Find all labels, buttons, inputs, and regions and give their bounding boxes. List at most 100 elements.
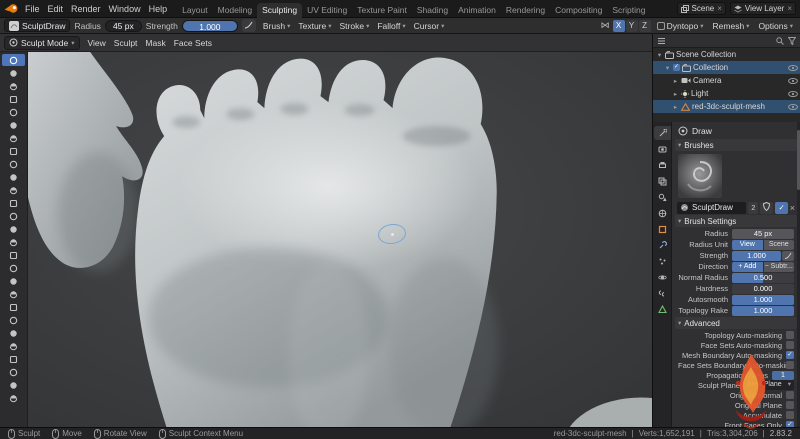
radius-unit-option-scene[interactable]: Scene xyxy=(764,240,795,250)
workspace-tab-sculpting[interactable]: Sculpting xyxy=(257,3,302,18)
workspace-tab-uv-editing[interactable]: UV Editing xyxy=(302,3,352,18)
tool-box-mask[interactable] xyxy=(2,392,25,404)
tool-pose[interactable] xyxy=(2,301,25,313)
properties-tab-output[interactable] xyxy=(654,158,671,172)
brush-settings-panel-header[interactable]: ▾ Brush Settings xyxy=(675,215,797,227)
tool-rotate[interactable] xyxy=(2,327,25,339)
viewport-menu-sculpt[interactable]: Sculpt xyxy=(111,38,141,48)
strength-pressure-icon[interactable] xyxy=(782,251,794,261)
tool-scrape[interactable] xyxy=(2,210,25,222)
mesh-boundary-auto-masking-checkbox[interactable]: ✓ xyxy=(786,351,794,359)
strength-slider[interactable]: 1.000 xyxy=(182,20,238,32)
strength-slider[interactable]: 1.000 xyxy=(732,251,781,261)
mode-selector[interactable]: Sculpt Mode ▾ xyxy=(4,36,80,50)
properties-tab-view-layer[interactable] xyxy=(654,174,671,188)
hardness-slider[interactable]: 0.000 xyxy=(732,284,794,294)
dyntopo-popover[interactable]: Dyntopo ▾ xyxy=(654,21,707,31)
viewport-menu-view[interactable]: View xyxy=(85,38,109,48)
dyntopo-checkbox-icon[interactable] xyxy=(657,22,665,30)
disclosure-arrow-icon[interactable]: ▸ xyxy=(672,90,679,98)
properties-tab-scene[interactable] xyxy=(654,190,671,204)
outliner-row-camera[interactable]: ▸Camera xyxy=(653,74,800,87)
filter-icon[interactable] xyxy=(788,37,796,45)
radius-unit-option-view[interactable]: View xyxy=(732,240,763,250)
workspace-tab-modeling[interactable]: Modeling xyxy=(213,3,258,18)
tool-blob[interactable] xyxy=(2,145,25,157)
properties-tab-object[interactable] xyxy=(654,222,671,236)
menu-file[interactable]: File xyxy=(21,3,44,15)
direction-option-subtr[interactable]: − Subtr... xyxy=(764,262,795,272)
properties-tab-object-data[interactable] xyxy=(654,302,671,316)
tool-pinch[interactable] xyxy=(2,236,25,248)
tool-fill[interactable] xyxy=(2,197,25,209)
radius-field[interactable]: 45 px xyxy=(732,229,794,239)
workspace-tab-compositing[interactable]: Compositing xyxy=(550,3,607,18)
popover-stroke[interactable]: Stroke▾ xyxy=(337,21,373,31)
tool-elastic-deform[interactable] xyxy=(2,262,25,274)
radius-field[interactable]: 45 px xyxy=(105,20,142,32)
tool-snake-hook[interactable] xyxy=(2,275,25,287)
options-popover[interactable]: Options ▾ xyxy=(755,21,796,31)
menu-edit[interactable]: Edit xyxy=(44,3,68,15)
tool-thumb[interactable] xyxy=(2,288,25,300)
mirror-axis-z[interactable]: Z xyxy=(639,20,651,32)
outliner-row-collection[interactable]: ▾✓Collection xyxy=(653,61,800,74)
topology-auto-masking-checkbox[interactable] xyxy=(786,331,794,339)
brush-users-count[interactable]: 2 xyxy=(748,202,758,214)
scene-selector[interactable]: Scene × xyxy=(677,2,726,15)
workspace-tab-layout[interactable]: Layout xyxy=(177,3,213,18)
scene-unlink-icon[interactable]: × xyxy=(717,4,722,13)
mirror-axis-y[interactable]: Y xyxy=(626,20,638,32)
brush-unlink-icon[interactable]: × xyxy=(790,202,795,214)
workspace-tab-rendering[interactable]: Rendering xyxy=(501,3,550,18)
tool-clay-strips[interactable] xyxy=(2,93,25,105)
collection-checkbox[interactable]: ✓ xyxy=(673,64,680,71)
disclosure-arrow-icon[interactable]: ▾ xyxy=(656,51,663,59)
menu-window[interactable]: Window xyxy=(105,3,145,15)
disclosure-arrow-icon[interactable]: ▸ xyxy=(672,103,679,111)
disclosure-arrow-icon[interactable]: ▾ xyxy=(664,64,671,72)
remesh-popover[interactable]: Remesh ▾ xyxy=(710,21,753,31)
tool-draw-face-sets[interactable] xyxy=(2,379,25,391)
properties-tab-particles[interactable] xyxy=(654,254,671,268)
brush-name-field[interactable]: SculptDraw xyxy=(677,202,746,214)
properties-tab-modifiers[interactable] xyxy=(654,238,671,252)
viewport-canvas[interactable] xyxy=(28,52,652,427)
tool-inflate[interactable] xyxy=(2,132,25,144)
tool-crease[interactable] xyxy=(2,158,25,170)
viewport-menu-mask[interactable]: Mask xyxy=(142,38,168,48)
search-icon[interactable] xyxy=(776,37,784,45)
face-sets-boundary-auto-masking-checkbox[interactable] xyxy=(786,361,794,369)
visibility-eye-icon[interactable] xyxy=(788,104,798,110)
brushes-panel-header[interactable]: ▾ Brushes xyxy=(675,139,797,151)
properties-tab-constraints[interactable] xyxy=(654,286,671,300)
tool-nudge[interactable] xyxy=(2,314,25,326)
direction-option-add[interactable]: + Add xyxy=(732,262,763,272)
outliner-row-red-3dc-sculpt-mesh[interactable]: ▸red-3dc-sculpt-mesh xyxy=(653,100,800,113)
active-brush-selector[interactable]: SculptDraw xyxy=(4,19,70,32)
outliner-row-light[interactable]: ▸Light xyxy=(653,87,800,100)
tool-grab[interactable] xyxy=(2,249,25,261)
normal-radius-slider[interactable]: 0.500 xyxy=(732,273,794,283)
tool-clay[interactable] xyxy=(2,80,25,92)
menu-render[interactable]: Render xyxy=(67,3,105,15)
topology-rake-slider[interactable]: 1.000 xyxy=(732,306,794,316)
brush-toggle-check-icon[interactable]: ✓ xyxy=(775,202,787,214)
tool-draw-sharp[interactable] xyxy=(2,67,25,79)
workspace-tab-texture-paint[interactable]: Texture Paint xyxy=(352,3,412,18)
popover-falloff[interactable]: Falloff▾ xyxy=(374,21,408,31)
properties-tab-render[interactable] xyxy=(654,142,671,156)
tool-flatten[interactable] xyxy=(2,184,25,196)
blender-logo-icon[interactable] xyxy=(4,3,19,14)
pressure-sensitivity-icon[interactable] xyxy=(242,19,256,32)
disclosure-arrow-icon[interactable]: ▸ xyxy=(672,77,679,85)
properties-tab-tool[interactable] xyxy=(654,126,671,140)
view-layer-selector[interactable]: View Layer × xyxy=(730,2,796,15)
accumulate-checkbox[interactable] xyxy=(786,411,794,419)
tool-layer[interactable] xyxy=(2,119,25,131)
face-sets-auto-masking-checkbox[interactable] xyxy=(786,341,794,349)
outliner-row-scene-collection[interactable]: ▾Scene Collection xyxy=(653,48,800,61)
tool-multiplane-scrape[interactable] xyxy=(2,223,25,235)
front-faces-only-checkbox[interactable]: ✓ xyxy=(786,421,794,427)
workspace-tab-shading[interactable]: Shading xyxy=(412,3,453,18)
